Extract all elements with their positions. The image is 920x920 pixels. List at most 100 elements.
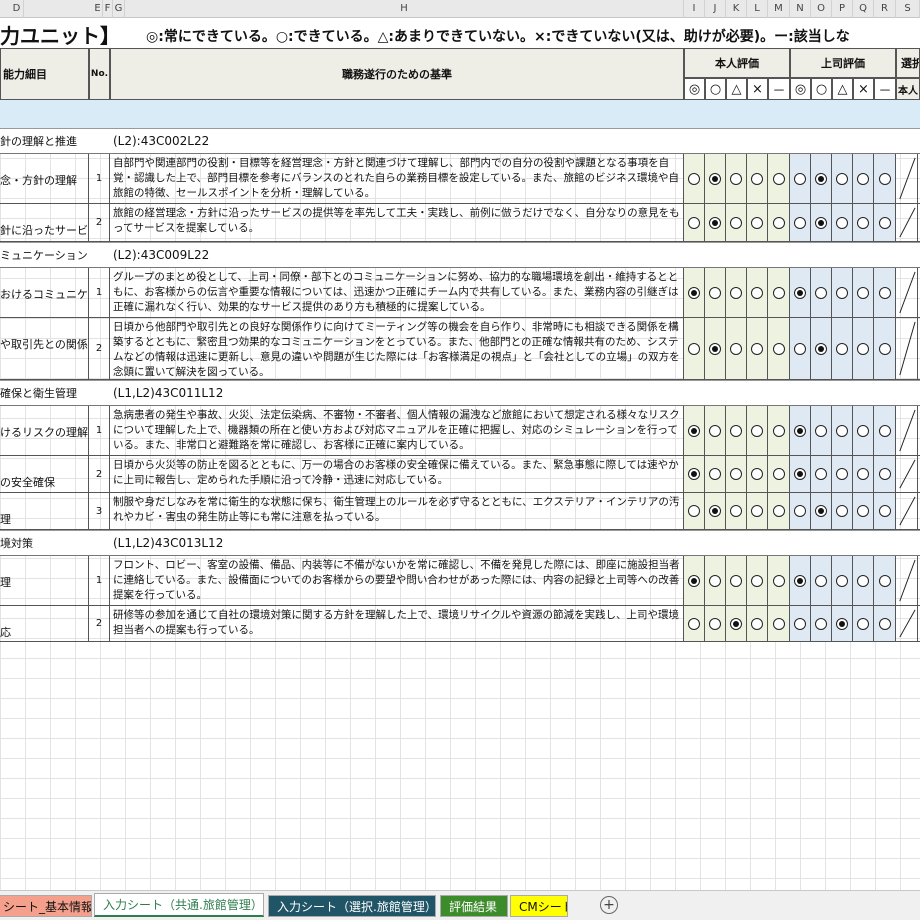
criteria-cell[interactable]: 日頃から火災等の防止を図るとともに、万一の場合のお客様の安全確保に備えている。ま… (110, 456, 684, 492)
header-symbol[interactable]: × (747, 78, 768, 100)
table-row[interactable]: 念・方針の理解 1 自部門や関連部門の役割・目標等を経営理念・方針と関連づけて理解し… (0, 154, 920, 204)
boss-eval-cell[interactable] (811, 456, 832, 492)
self-eval-cell[interactable] (747, 154, 768, 203)
self-eval-cell[interactable] (768, 204, 790, 241)
radio-option[interactable] (836, 424, 848, 437)
boss-eval-cell[interactable] (874, 204, 896, 241)
radio-option[interactable] (751, 172, 763, 185)
radio-option[interactable] (751, 505, 763, 517)
table-row[interactable]: 応 2 研修等の参加を通じて自社の環境対策に関する方針を理解した上で、環境リサイクル… (0, 606, 920, 642)
radio-option[interactable] (857, 286, 869, 299)
header-criteria[interactable]: 職務遂行のための基準 (110, 48, 684, 100)
radio-option[interactable] (794, 216, 806, 229)
ability-cell[interactable]: 針に沿ったサービ (0, 204, 89, 241)
self-eval-cell[interactable] (768, 268, 790, 317)
radio-option[interactable] (794, 424, 806, 437)
self-eval-cell[interactable] (684, 493, 705, 529)
header-self-eval[interactable]: 本人評価 (684, 48, 790, 78)
radio-option[interactable] (815, 468, 827, 480)
category-row[interactable]: 針の理解と推進 (L2):43C002L22 (0, 128, 920, 154)
select-cell[interactable] (896, 493, 918, 529)
self-eval-cell[interactable] (768, 606, 790, 641)
sheet-tab[interactable]: 入力シート（選択.旅館管理） (268, 895, 436, 917)
self-eval-cell[interactable] (705, 318, 726, 379)
ability-cell[interactable]: 応 (0, 606, 89, 641)
radio-option[interactable] (794, 468, 806, 480)
number-cell[interactable]: 2 (89, 456, 110, 492)
boss-eval-cell[interactable] (832, 268, 853, 317)
table-row[interactable]: の安全確保 2 日頃から火災等の防止を図るとともに、万一の場合のお客様の安全確保に備… (0, 456, 920, 493)
radio-option[interactable] (878, 468, 891, 480)
radio-option[interactable] (730, 574, 742, 587)
boss-eval-cell[interactable] (790, 606, 811, 641)
radio-option[interactable] (815, 286, 827, 299)
boss-eval-cell[interactable] (811, 204, 832, 241)
radio-option[interactable] (751, 286, 763, 299)
radio-option[interactable] (878, 172, 891, 185)
header-symbol[interactable]: － (874, 78, 896, 100)
boss-eval-cell[interactable] (832, 606, 853, 641)
radio-option[interactable] (857, 574, 869, 587)
criteria-cell[interactable]: グループのまとめ役として、上司・同僚・部下とのコミュニケーションに努め、協力的な… (110, 268, 684, 317)
radio-option[interactable] (878, 574, 891, 587)
self-eval-cell[interactable] (684, 556, 705, 605)
header-ability[interactable]: 能力細目 (0, 48, 89, 100)
boss-eval-cell[interactable] (874, 606, 896, 641)
boss-eval-cell[interactable] (874, 406, 896, 455)
select-cell[interactable] (896, 456, 918, 492)
radio-option[interactable] (709, 574, 721, 587)
self-eval-cell[interactable] (684, 456, 705, 492)
radio-option[interactable] (751, 617, 763, 630)
boss-eval-cell[interactable] (811, 606, 832, 641)
boss-eval-cell[interactable] (790, 318, 811, 379)
radio-option[interactable] (857, 172, 869, 185)
radio-option[interactable] (730, 286, 742, 299)
radio-option[interactable] (688, 424, 700, 437)
radio-option[interactable] (688, 342, 700, 355)
radio-option[interactable] (688, 505, 700, 517)
self-eval-cell[interactable] (705, 204, 726, 241)
self-eval-cell[interactable] (726, 456, 747, 492)
boss-eval-cell[interactable] (874, 456, 896, 492)
self-eval-cell[interactable] (768, 456, 790, 492)
self-eval-cell[interactable] (705, 406, 726, 455)
radio-option[interactable] (857, 216, 869, 229)
select-cell[interactable] (896, 318, 918, 379)
radio-option[interactable] (709, 216, 721, 229)
criteria-cell[interactable]: 急病患者の発生や事故、火災、法定伝染病、不審物・不審者、個人情報の漏洩など旅館に… (110, 406, 684, 455)
radio-option[interactable] (794, 286, 806, 299)
add-sheet-button[interactable]: + (600, 896, 618, 914)
self-eval-cell[interactable] (726, 606, 747, 641)
radio-option[interactable] (751, 468, 763, 480)
header-symbol[interactable]: △ (832, 78, 853, 100)
ability-cell[interactable]: や取引先との関係 (0, 318, 89, 379)
number-cell[interactable]: 2 (89, 204, 110, 241)
self-eval-cell[interactable] (747, 556, 768, 605)
worksheet[interactable]: 力ユニット】 ◎:常にできている。○:できている。△:あまりできていない。×:で… (0, 18, 920, 890)
column-letter[interactable]: F (103, 0, 113, 18)
column-letter[interactable]: P (832, 0, 853, 18)
select-cell[interactable] (896, 606, 918, 641)
self-eval-cell[interactable] (726, 154, 747, 203)
radio-option[interactable] (688, 216, 700, 229)
radio-option[interactable] (836, 286, 848, 299)
radio-option[interactable] (878, 617, 891, 630)
radio-option[interactable] (836, 574, 848, 587)
radio-option[interactable] (709, 342, 721, 355)
self-eval-cell[interactable] (684, 318, 705, 379)
boss-eval-cell[interactable] (832, 154, 853, 203)
self-eval-cell[interactable] (747, 318, 768, 379)
self-eval-cell[interactable] (747, 456, 768, 492)
number-cell[interactable]: 1 (89, 154, 110, 203)
self-eval-cell[interactable] (684, 606, 705, 641)
column-letter[interactable]: N (790, 0, 811, 18)
number-cell[interactable]: 2 (89, 606, 110, 641)
self-eval-cell[interactable] (747, 406, 768, 455)
ability-cell[interactable]: 理 (0, 556, 89, 605)
self-eval-cell[interactable] (705, 154, 726, 203)
column-letter[interactable]: Q (853, 0, 874, 18)
column-letter[interactable]: G (113, 0, 125, 18)
column-letter[interactable]: H (125, 0, 684, 18)
sheet-tab[interactable]: 評価結果 (440, 895, 508, 917)
boss-eval-cell[interactable] (790, 204, 811, 241)
